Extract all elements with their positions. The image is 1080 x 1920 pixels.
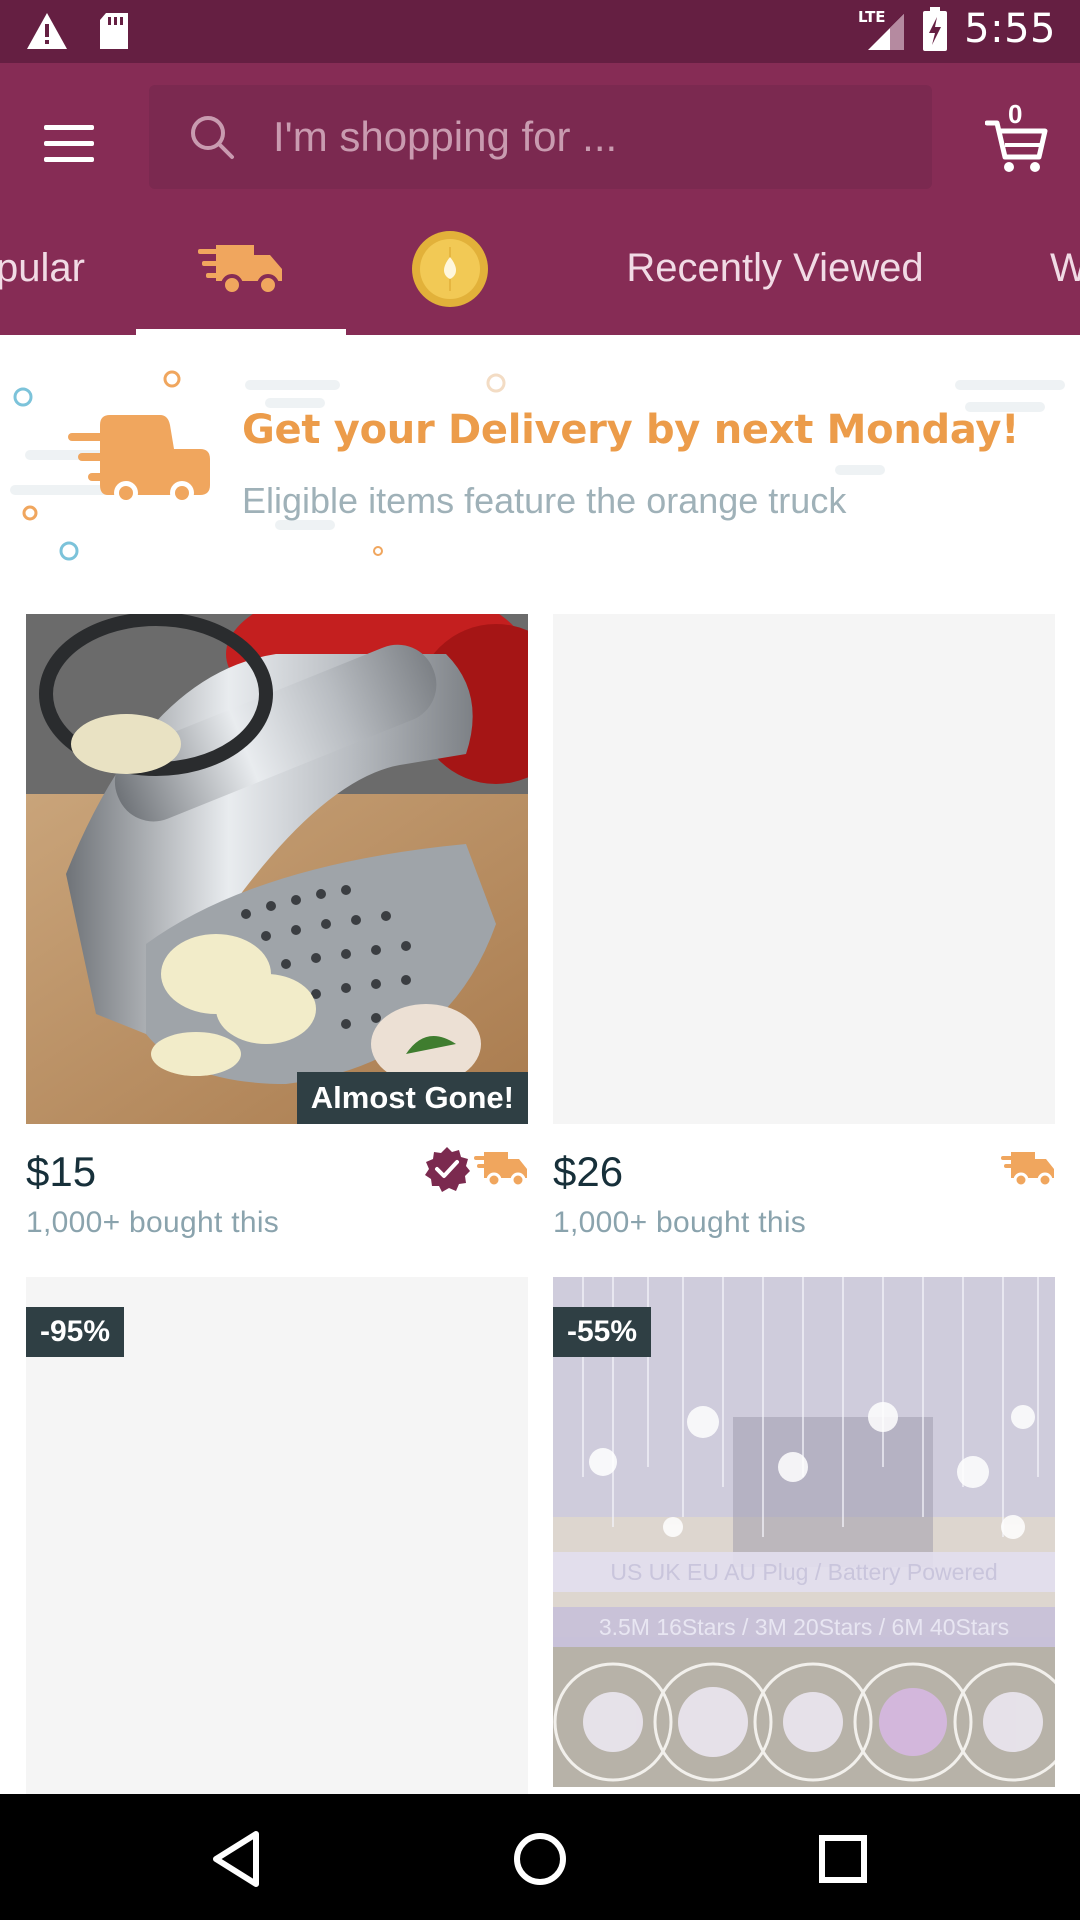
home-icon[interactable] <box>505 1824 575 1894</box>
banner-title: Get your Delivery by next Monday! <box>242 407 1020 453</box>
discount-badge: -95% <box>26 1307 125 1357</box>
banner-subtitle: Eligible items feature the orange truck <box>242 480 847 521</box>
sd-card-icon <box>100 13 128 49</box>
product-card[interactable]: Almost Gone! $15 1,000+ bought this <box>26 614 528 1254</box>
svg-text:LTE: LTE <box>858 8 886 26</box>
back-icon[interactable] <box>202 1824 272 1894</box>
menu-button[interactable] <box>44 115 100 171</box>
tab-daily-coin[interactable] <box>385 202 515 335</box>
system-nav-bar <box>0 1794 1080 1920</box>
garlic-press-image <box>26 614 528 1124</box>
hamburger-line <box>44 140 94 146</box>
fast-delivery-truck-icon <box>198 244 282 296</box>
product-image[interactable]: US UK EU AU Plug / Battery Powered 3.5M … <box>553 1277 1055 1787</box>
status-bar: LTE 5:55 <box>0 0 1080 63</box>
hamburger-line <box>44 156 94 162</box>
signal-icon: LTE <box>858 8 905 50</box>
app-bar: 0 pular Recently Vi <box>0 63 1080 335</box>
tab-fast-delivery[interactable] <box>136 202 346 335</box>
fast-delivery-truck-icon <box>474 1152 527 1188</box>
banner-decoration <box>10 370 1065 561</box>
discount-badge: -55% <box>553 1307 652 1357</box>
search-input[interactable] <box>273 113 913 161</box>
product-image[interactable]: Almost Gone! <box>26 614 528 1124</box>
hamburger-icon <box>44 124 94 130</box>
tab-popular[interactable]: pular <box>0 202 85 335</box>
tab-wishlist[interactable]: W <box>1050 202 1080 335</box>
bought-count: 1,000+ bought this <box>26 1206 280 1239</box>
product-card[interactable]: $26 1,000+ bought this <box>553 614 1055 1254</box>
tab-label: Recently Viewed <box>626 246 924 290</box>
product-card[interactable]: -95% <box>26 1277 528 1794</box>
category-tabs: pular Recently Viewed W <box>0 202 1080 335</box>
almost-gone-badge: Almost Gone! <box>296 1072 528 1124</box>
image-caption: 3.5M 16Stars / 3M 20Stars / 6M 40Stars <box>599 1614 1009 1640</box>
bought-count: 1,000+ bought this <box>553 1206 807 1239</box>
cart-count-badge: 0 <box>1008 99 1023 129</box>
verified-badge-icon <box>425 1147 470 1192</box>
product-price: $26 <box>553 1148 624 1195</box>
warning-icon <box>27 13 67 49</box>
product-card[interactable]: US UK EU AU Plug / Battery Powered 3.5M … <box>553 1277 1055 1794</box>
search-bar[interactable] <box>149 85 932 189</box>
product-image-placeholder[interactable]: -95% <box>26 1277 528 1794</box>
search-icon <box>191 116 234 159</box>
delivery-banner[interactable]: Get your Delivery by next Monday! Eligib… <box>0 335 1080 575</box>
clock: 5:55 <box>964 6 1056 52</box>
product-image-placeholder[interactable] <box>553 614 1055 1124</box>
tab-label: pular <box>0 246 85 290</box>
fast-delivery-truck-icon <box>1001 1152 1054 1188</box>
product-price: $15 <box>26 1148 97 1195</box>
battery-charging-icon <box>923 7 948 51</box>
image-caption: US UK EU AU Plug / Battery Powered <box>610 1559 997 1585</box>
tab-label: W <box>1050 246 1080 290</box>
tab-recently-viewed[interactable]: Recently Viewed <box>580 202 970 335</box>
recents-icon[interactable] <box>808 1824 878 1894</box>
coin-icon <box>412 230 488 307</box>
